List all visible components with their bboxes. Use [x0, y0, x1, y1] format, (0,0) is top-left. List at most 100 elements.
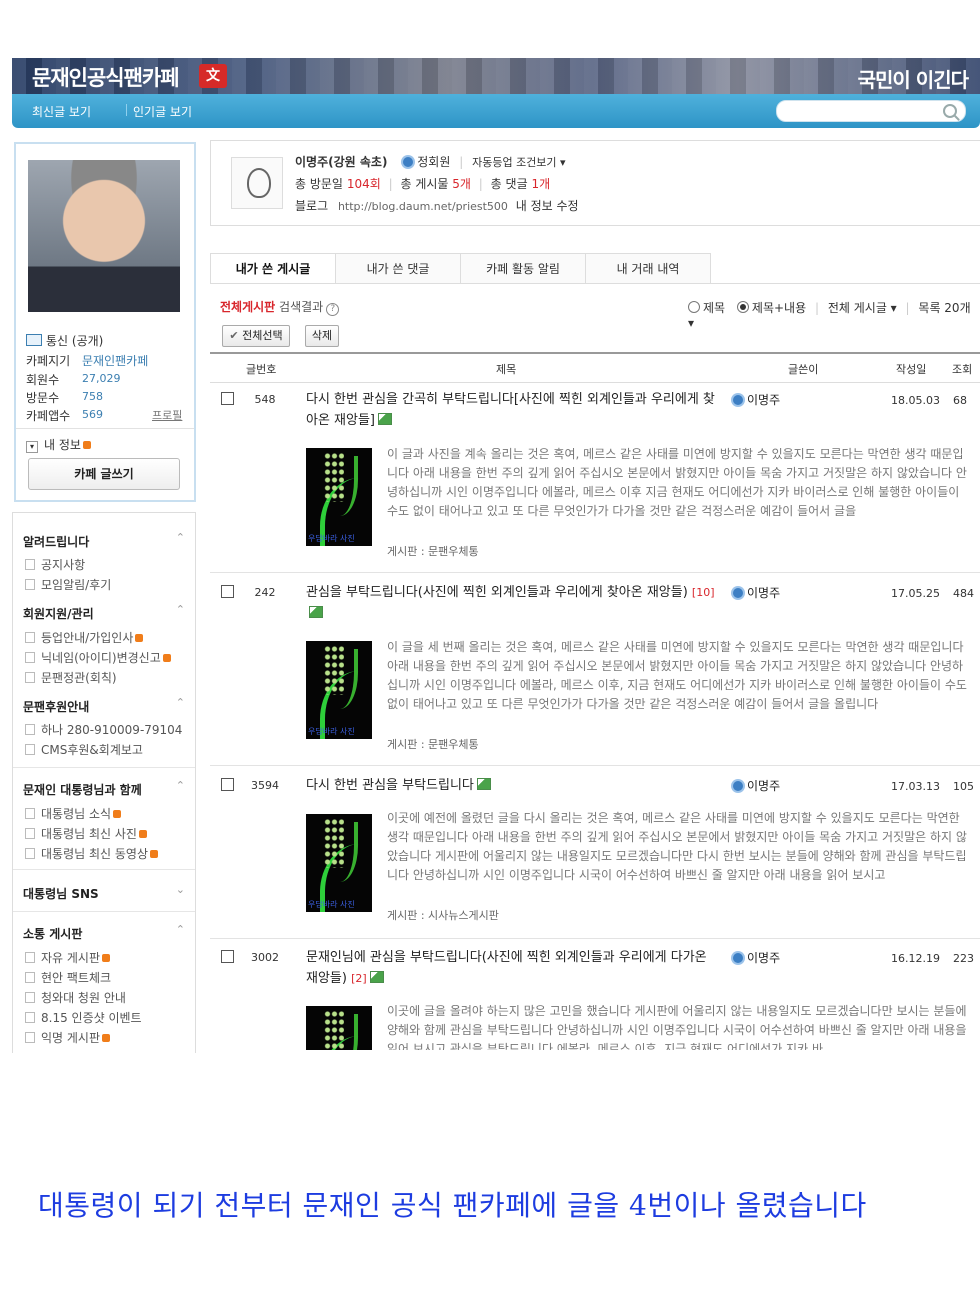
- menu-item-president-news[interactable]: 대통령님 소식: [25, 805, 122, 822]
- member-blog-line: 블로그 http://blog.daum.net/priest500 내 정보 …: [295, 197, 579, 214]
- menu-item-meetup[interactable]: 모임알림/후기: [25, 576, 111, 593]
- cafe-manager-value[interactable]: 문재인팬카페: [82, 352, 148, 369]
- post-thumbnail[interactable]: 우담바라 사진: [306, 448, 372, 546]
- row-checkbox[interactable]: [221, 585, 234, 598]
- collapse-icon[interactable]: ⌃: [176, 603, 185, 616]
- menu-section-sns[interactable]: 대통령님 SNS: [23, 885, 99, 902]
- col-views: 조회: [952, 363, 973, 376]
- post-board[interactable]: 게시판 : 시사뉴스게시판: [387, 907, 499, 923]
- menu-item-free-board[interactable]: 자유 게시판: [25, 949, 111, 966]
- post-date: 17.03.13: [891, 780, 940, 793]
- board-icon: [25, 744, 35, 755]
- visits-value: 104회: [346, 177, 381, 191]
- menu-item-notice[interactable]: 공지사항: [25, 556, 85, 573]
- post-author[interactable]: 이명주: [733, 584, 780, 601]
- board-icon: [25, 952, 35, 963]
- row-checkbox[interactable]: [221, 778, 234, 791]
- banner-slogan: 국민이 이긴다: [857, 68, 969, 92]
- cafe-title[interactable]: 문재인공식팬카페: [32, 62, 180, 92]
- row-checkbox[interactable]: [221, 950, 234, 963]
- collapse-icon[interactable]: ⌃: [176, 923, 185, 936]
- menu-item-cms[interactable]: CMS후원&회계보고: [25, 741, 143, 758]
- post-title[interactable]: 다시 한번 관심을 간곡히 부탁드립니다[사진에 찍힌 외계인들과 우리에게 찾…: [306, 389, 716, 431]
- new-badge-icon: [82, 441, 91, 449]
- cafe-status-label: 통신 (공개): [46, 334, 104, 348]
- post-board[interactable]: 게시판 : 문팬우체통: [387, 736, 479, 752]
- post-preview[interactable]: 이곳에 글을 올려야 하는지 많은 고민을 했습니다 게시판에 어울리지 않는 …: [387, 1002, 972, 1050]
- nav-latest-posts[interactable]: 최신글 보기: [32, 103, 91, 120]
- tab-cafe-activity[interactable]: 카페 활동 알림: [460, 253, 586, 284]
- new-badge-icon: [113, 810, 122, 818]
- image-caption: 대통령이 되기 전부터 문재인 공식 팬카페에 글을 4번이나 올렸습니다: [38, 1189, 867, 1222]
- collapse-icon[interactable]: ⌃: [176, 696, 185, 709]
- post-title[interactable]: 문재인님에 관심을 부탁드립니다(사진에 찍힌 외계인들과 우리에게 다가온 재…: [306, 947, 716, 989]
- post-thumbnail[interactable]: 우담바라 사진: [306, 814, 372, 912]
- new-badge-icon: [138, 830, 147, 838]
- menu-section-president[interactable]: 문재인 대통령님과 함께: [23, 781, 142, 798]
- blog-url-link[interactable]: http://blog.daum.net/priest500: [338, 200, 508, 213]
- menu-item-petition[interactable]: 청와대 청원 안내: [25, 989, 126, 1006]
- post-title[interactable]: 관심을 부탁드립니다(사진에 찍힌 외계인들과 우리에게 찾아온 재앙들) [1…: [306, 582, 716, 624]
- board-icon: [25, 992, 35, 1003]
- delete-button[interactable]: 삭제: [305, 325, 339, 347]
- all-posts-select[interactable]: 전체 게시글 ▾: [828, 301, 897, 315]
- post-author[interactable]: 이명주: [733, 777, 780, 794]
- menu-item-president-videos[interactable]: 대통령님 최신 동영상: [25, 845, 158, 862]
- post-views: 68: [953, 394, 967, 407]
- edit-info-link[interactable]: 내 정보 수정: [516, 199, 579, 213]
- comment-count[interactable]: [2]: [351, 972, 367, 985]
- help-icon[interactable]: ?: [326, 303, 340, 316]
- comment-count[interactable]: [10]: [692, 586, 715, 599]
- post-author[interactable]: 이명주: [733, 391, 780, 408]
- tab-my-posts[interactable]: 내가 쓴 게시글: [210, 253, 336, 284]
- search-input[interactable]: [776, 100, 966, 122]
- post-thumbnail[interactable]: [306, 1006, 372, 1050]
- menu-item-label: 대통령님 최신 사진: [41, 827, 137, 841]
- post-preview[interactable]: 이 글을 세 번째 올리는 것은 혹여, 메르스 같은 사태를 미연에 방지할 …: [387, 638, 972, 714]
- expand-icon: ▾: [26, 441, 38, 453]
- menu-item-label: 청와대 청원 안내: [41, 991, 126, 1005]
- menu-section-notice[interactable]: 알려드립니다: [23, 533, 89, 550]
- cafe-write-button[interactable]: 카페 글쓰기: [28, 458, 180, 490]
- profile-link[interactable]: 프로필: [152, 407, 182, 423]
- collapse-icon[interactable]: ⌃: [176, 779, 185, 792]
- menu-item-grade-info[interactable]: 등업안내/가입인사: [25, 629, 144, 646]
- post-preview[interactable]: 이곳에 예전에 올렸던 글을 다시 올리는 것은 혹여, 메르스 같은 사태를 …: [387, 809, 972, 885]
- my-info-label: 내 정보: [44, 438, 81, 452]
- post-title[interactable]: 다시 한번 관심을 부탁드립니다: [306, 775, 716, 796]
- row-checkbox[interactable]: [221, 392, 234, 405]
- radio-title[interactable]: 제목: [688, 301, 725, 315]
- post-views: 105: [953, 780, 974, 793]
- post-board[interactable]: 게시판 : 문팬우체통: [387, 543, 479, 559]
- cafe-manager-label: 카페지기: [26, 354, 71, 368]
- menu-item-event[interactable]: 8.15 인증샷 이벤트: [25, 1009, 142, 1026]
- tab-trade-history[interactable]: 내 거래 내역: [585, 253, 711, 284]
- post-preview[interactable]: 이 글과 사진을 계속 올리는 것은 혹여, 메르스 같은 사태를 미연에 방지…: [387, 445, 972, 521]
- menu-item-anonymous[interactable]: 익명 게시판: [25, 1029, 111, 1046]
- menu-section-donation[interactable]: 문팬후원안내: [23, 698, 89, 715]
- tab-my-comments[interactable]: 내가 쓴 댓글: [335, 253, 461, 284]
- nav-popular-posts[interactable]: 인기글 보기: [133, 103, 192, 120]
- my-info-toggle[interactable]: ▾ 내 정보: [26, 436, 91, 453]
- menu-item-nickname[interactable]: 닉네임(아이디)변경신고: [25, 649, 171, 666]
- post-thumbnail[interactable]: 우담바라 사진: [306, 641, 372, 739]
- menu-item-fact-check[interactable]: 현안 팩트체크: [25, 969, 111, 986]
- menu-section-member[interactable]: 회원지원/관리: [23, 605, 94, 622]
- post-author[interactable]: 이명주: [733, 949, 780, 966]
- auto-grade-link[interactable]: 자동등업 조건보기 ▾: [472, 156, 565, 169]
- menu-item-president-photos[interactable]: 대통령님 최신 사진: [25, 825, 147, 842]
- expand-icon[interactable]: ⌄: [176, 883, 185, 896]
- menu-item-label: 닉네임(아이디)변경신고: [41, 651, 161, 665]
- board-name[interactable]: 전체게시판: [220, 300, 275, 314]
- menu-section-community[interactable]: 소통 게시판: [23, 925, 82, 942]
- select-all-button[interactable]: ✔ 전체선택: [222, 325, 290, 347]
- member-name: 이명주(강원 속초): [295, 155, 388, 169]
- app-count-value: 569: [82, 408, 103, 421]
- search-result-label: 검색결과: [279, 300, 324, 314]
- menu-item-bank[interactable]: 하나 280-910009-79104: [25, 721, 182, 738]
- radio-title-body[interactable]: 제목+내용: [736, 301, 806, 315]
- collapse-icon[interactable]: ⌃: [176, 531, 185, 544]
- grade-icon: [403, 157, 414, 167]
- menu-item-rules[interactable]: 문팬정관(회칙): [25, 669, 117, 686]
- search-icon[interactable]: [943, 104, 957, 118]
